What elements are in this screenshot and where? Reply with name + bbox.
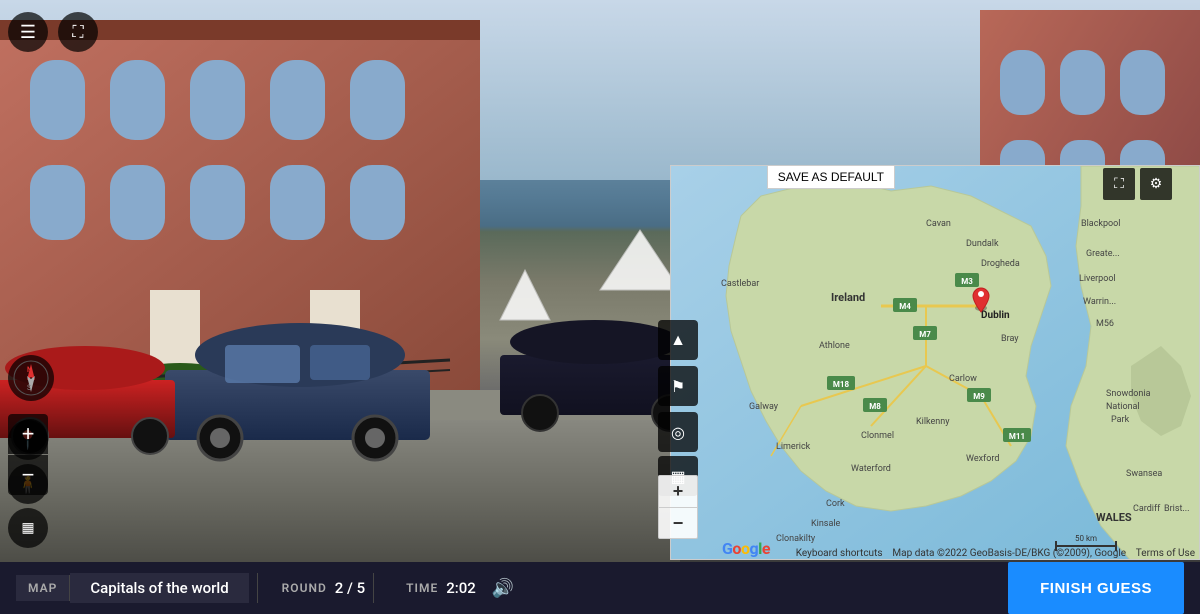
- map-data-label: Map data ©2022 GeoBasis-DE/BKG (©2009), …: [892, 548, 1126, 559]
- map-terrain-button[interactable]: ▲: [658, 320, 698, 360]
- map-settings-button[interactable]: ⚙: [1140, 168, 1172, 200]
- layers-button[interactable]: ▦: [8, 508, 48, 548]
- svg-text:WALES: WALES: [1096, 511, 1132, 524]
- svg-text:Swansea: Swansea: [1126, 469, 1162, 479]
- map-zoom-out-button[interactable]: −: [658, 507, 698, 539]
- svg-text:Cork: Cork: [826, 499, 845, 509]
- zoom-in-button[interactable]: +: [8, 414, 48, 454]
- bottom-bar: MAP Capitals of the world ROUND 2 / 5 TI…: [0, 562, 1200, 614]
- svg-text:Warrin...: Warrin...: [1083, 297, 1116, 307]
- svg-text:50 km: 50 km: [1075, 534, 1097, 543]
- time-label: TIME: [406, 581, 438, 595]
- divider-2: [373, 573, 374, 603]
- compass-icon: N S: [13, 360, 49, 396]
- fullscreen-icon: ⛶: [72, 22, 83, 42]
- svg-text:Wexford: Wexford: [966, 454, 999, 464]
- menu-button[interactable]: ☰: [8, 12, 48, 52]
- flag-icon: ⚑: [671, 377, 685, 396]
- svg-text:M7: M7: [919, 330, 931, 339]
- zoom-out-button[interactable]: −: [8, 455, 48, 495]
- svg-text:M8: M8: [869, 402, 881, 411]
- svg-text:Park: Park: [1111, 415, 1130, 425]
- svg-text:Castlebar: Castlebar: [721, 279, 759, 289]
- svg-text:Clonakilty: Clonakilty: [776, 534, 816, 544]
- divider-1: [257, 573, 258, 603]
- svg-text:M18: M18: [833, 380, 850, 389]
- fullscreen-button[interactable]: ⛶: [58, 12, 98, 52]
- svg-text:Liverpool: Liverpool: [1079, 274, 1116, 284]
- svg-text:Kinsale: Kinsale: [811, 519, 841, 529]
- svg-text:Limerick: Limerick: [776, 442, 811, 452]
- menu-icon: ☰: [20, 22, 36, 43]
- svg-text:Cardiff: Cardiff: [1133, 504, 1161, 514]
- time-value: 2:02: [446, 579, 476, 597]
- svg-text:Brist...: Brist...: [1164, 504, 1190, 514]
- svg-text:M11: M11: [1009, 432, 1025, 441]
- map-attribution: Keyboard shortcuts Map data ©2022 GeoBas…: [796, 548, 1195, 559]
- svg-text:Greate...: Greate...: [1086, 249, 1120, 259]
- svg-text:M9: M9: [973, 392, 985, 401]
- svg-text:National: National: [1106, 402, 1140, 412]
- crosshair-icon: ◎: [671, 423, 685, 442]
- map-flag-button[interactable]: ⚑: [658, 366, 698, 406]
- svg-text:Kilkenny: Kilkenny: [916, 417, 950, 427]
- map-expand-button[interactable]: ⛶: [1103, 168, 1135, 200]
- svg-text:Carlow: Carlow: [949, 374, 977, 384]
- zoom-controls: + −: [8, 414, 48, 495]
- svg-text:M56: M56: [1096, 319, 1114, 329]
- svg-text:Blackpool: Blackpool: [1081, 219, 1120, 229]
- svg-text:M4: M4: [899, 302, 911, 311]
- map-zoom-in-button[interactable]: +: [658, 475, 698, 507]
- svg-text:Cavan: Cavan: [926, 219, 951, 229]
- terrain-icon: ▲: [670, 330, 686, 350]
- sound-button[interactable]: 🔊: [488, 574, 518, 603]
- svg-text:Ireland: Ireland: [831, 291, 865, 304]
- layers-icon: ▦: [21, 520, 34, 536]
- svg-text:N: N: [27, 366, 32, 374]
- svg-text:Athlone: Athlone: [819, 341, 850, 351]
- round-value: 2 / 5: [335, 579, 365, 597]
- svg-text:Dublin: Dublin: [981, 310, 1010, 321]
- map-label: MAP: [16, 575, 70, 601]
- terms-of-use-link[interactable]: Terms of Use: [1136, 548, 1195, 559]
- map-zoom-controls: + −: [658, 475, 698, 539]
- finish-guess-button[interactable]: FINISH GUESS: [1008, 562, 1184, 614]
- svg-text:Dundalk: Dundalk: [966, 239, 999, 249]
- svg-text:Clonmel: Clonmel: [861, 431, 894, 441]
- round-label: ROUND: [282, 581, 327, 595]
- settings-icon: ⚙: [1150, 176, 1163, 192]
- game-title: Capitals of the world: [70, 573, 248, 603]
- svg-text:Drogheda: Drogheda: [981, 259, 1020, 269]
- compass[interactable]: N S: [8, 355, 54, 401]
- map-panel[interactable]: M4 M7 M8 M9 M11 M18 Ireland Dublin Galwa…: [670, 165, 1200, 560]
- svg-text:Waterford: Waterford: [851, 464, 891, 474]
- expand-icon: ⛶: [1114, 176, 1124, 192]
- save-default-button[interactable]: SAVE AS DEFAULT: [767, 165, 895, 189]
- svg-text:Galway: Galway: [749, 402, 779, 412]
- svg-text:S: S: [27, 384, 31, 392]
- keyboard-shortcuts-link[interactable]: Keyboard shortcuts: [796, 548, 883, 559]
- svg-text:Snowdonia: Snowdonia: [1106, 389, 1151, 399]
- map-crosshair-button[interactable]: ◎: [658, 412, 698, 452]
- google-logo: Google: [722, 539, 770, 558]
- svg-text:Bray: Bray: [1001, 334, 1019, 344]
- svg-text:M3: M3: [961, 277, 973, 286]
- sound-icon: 🔊: [492, 578, 514, 598]
- map-svg: M4 M7 M8 M9 M11 M18 Ireland Dublin Galwa…: [671, 166, 1200, 560]
